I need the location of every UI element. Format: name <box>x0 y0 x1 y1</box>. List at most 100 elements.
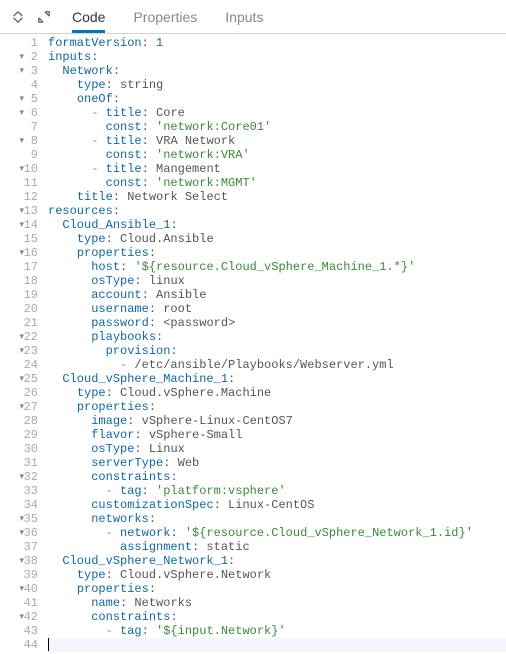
tab-properties[interactable]: Properties <box>133 0 197 33</box>
code-line[interactable]: host: '${resource.Cloud_vSphere_Machine_… <box>48 260 506 274</box>
gutter-line: 27▾ <box>0 400 40 414</box>
code-line[interactable]: image: vSphere-Linux-CentOS7 <box>48 414 506 428</box>
gutter-line: 17 <box>0 260 40 274</box>
code-line[interactable]: inputs: <box>48 50 506 64</box>
gutter-line: 2▾ <box>0 50 40 64</box>
code-line[interactable]: - /etc/ansible/Playbooks/Webserver.yml <box>48 358 506 372</box>
fold-toggle-icon[interactable]: ▾ <box>19 611 24 623</box>
tab-inputs[interactable]: Inputs <box>225 0 263 33</box>
gutter-line: 4 <box>0 78 40 92</box>
code-line[interactable]: - title: Mangement <box>48 162 506 176</box>
code-line[interactable]: name: Networks <box>48 596 506 610</box>
code-line[interactable]: serverType: Web <box>48 456 506 470</box>
fold-toggle-icon[interactable]: ▾ <box>19 373 24 385</box>
gutter-line: 19 <box>0 288 40 302</box>
code-line[interactable]: Cloud_vSphere_Machine_1: <box>48 372 506 386</box>
fold-toggle-icon[interactable]: ▾ <box>19 205 24 217</box>
code-line[interactable]: username: root <box>48 302 506 316</box>
fold-toggle-icon[interactable]: ▾ <box>19 247 24 259</box>
code-line[interactable]: properties: <box>48 582 506 596</box>
gutter-line: 24 <box>0 358 40 372</box>
code-line[interactable]: account: Ansible <box>48 288 506 302</box>
code-line[interactable] <box>48 638 506 652</box>
text-cursor <box>48 638 49 651</box>
gutter-line: 36▾ <box>0 526 40 540</box>
code-line[interactable]: Network: <box>48 64 506 78</box>
fold-toggle-icon[interactable]: ▾ <box>19 513 24 525</box>
code-line[interactable]: type: Cloud.vSphere.Network <box>48 568 506 582</box>
fold-toggle-icon[interactable]: ▾ <box>19 583 24 595</box>
code-line[interactable]: oneOf: <box>48 92 506 106</box>
code-line[interactable]: type: Cloud.vSphere.Machine <box>48 386 506 400</box>
code-line[interactable]: constraints: <box>48 470 506 484</box>
gutter-line: 30 <box>0 442 40 456</box>
code-line[interactable]: osType: linux <box>48 274 506 288</box>
code-line[interactable]: type: string <box>48 78 506 92</box>
code-line[interactable]: formatVersion: 1 <box>48 36 506 50</box>
code-line[interactable]: title: Network Select <box>48 190 506 204</box>
gutter-line: 18 <box>0 274 40 288</box>
gutter-line: 33 <box>0 484 40 498</box>
fold-toggle-icon[interactable]: ▾ <box>19 163 24 175</box>
fold-toggle-icon[interactable]: ▾ <box>19 51 24 63</box>
fold-toggle-icon[interactable]: ▾ <box>19 219 24 231</box>
code-line[interactable]: Cloud_Ansible_1: <box>48 218 506 232</box>
fold-toggle-icon[interactable]: ▾ <box>19 331 24 343</box>
code-line[interactable]: assignment: static <box>48 540 506 554</box>
fold-toggle-icon[interactable]: ▾ <box>19 401 24 413</box>
code-line[interactable]: - tag: '${input.Network}' <box>48 624 506 638</box>
fold-toggle-icon[interactable]: ▾ <box>19 471 24 483</box>
gutter-line: 40▾ <box>0 582 40 596</box>
gutter-line: 22▾ <box>0 330 40 344</box>
collapse-icon[interactable] <box>8 7 28 27</box>
code-line[interactable]: - network: '${resource.Cloud_vSphere_Net… <box>48 526 506 540</box>
code-line[interactable]: properties: <box>48 246 506 260</box>
code-line[interactable]: Cloud_vSphere_Network_1: <box>48 554 506 568</box>
code-editor[interactable]: 12▾3▾45▾6▾78▾910▾111213▾14▾1516▾17181920… <box>0 34 506 654</box>
code-line[interactable]: resources: <box>48 204 506 218</box>
code-line[interactable]: - title: Core <box>48 106 506 120</box>
code-area[interactable]: formatVersion: 1inputs: Network: type: s… <box>42 34 506 654</box>
gutter-line: 42▾ <box>0 610 40 624</box>
fold-toggle-icon[interactable]: ▾ <box>19 135 24 147</box>
gutter-line: 29 <box>0 428 40 442</box>
code-line[interactable]: properties: <box>48 400 506 414</box>
gutter-line: 38▾ <box>0 554 40 568</box>
gutter-line: 43 <box>0 624 40 638</box>
fold-toggle-icon[interactable]: ▾ <box>19 65 24 77</box>
gutter-line: 26 <box>0 386 40 400</box>
code-line[interactable]: playbooks: <box>48 330 506 344</box>
gutter-line: 37 <box>0 540 40 554</box>
editor-tabs: Code Properties Inputs <box>72 0 263 33</box>
gutter-line: 8▾ <box>0 134 40 148</box>
tab-code[interactable]: Code <box>72 0 105 33</box>
code-line[interactable]: flavor: vSphere-Small <box>48 428 506 442</box>
code-line[interactable]: const: 'network:MGMT' <box>48 176 506 190</box>
fold-toggle-icon[interactable]: ▾ <box>19 107 24 119</box>
gutter-line: 32▾ <box>0 470 40 484</box>
code-line[interactable]: provision: <box>48 344 506 358</box>
code-line[interactable]: - title: VRA Network <box>48 134 506 148</box>
expand-icon[interactable] <box>34 7 54 27</box>
fold-toggle-icon[interactable]: ▾ <box>19 345 24 357</box>
gutter-line: 3▾ <box>0 64 40 78</box>
code-line[interactable]: constraints: <box>48 610 506 624</box>
gutter-line: 9 <box>0 148 40 162</box>
line-gutter: 12▾3▾45▾6▾78▾910▾111213▾14▾1516▾17181920… <box>0 34 42 654</box>
gutter-line: 10▾ <box>0 162 40 176</box>
code-line[interactable]: const: 'network:Core01' <box>48 120 506 134</box>
code-line[interactable]: - tag: 'platform:vsphere' <box>48 484 506 498</box>
fold-toggle-icon[interactable]: ▾ <box>19 93 24 105</box>
fold-toggle-icon[interactable]: ▾ <box>19 555 24 567</box>
code-line[interactable]: networks: <box>48 512 506 526</box>
gutter-line: 28 <box>0 414 40 428</box>
code-line[interactable]: password: <password> <box>48 316 506 330</box>
code-line[interactable]: osType: Linux <box>48 442 506 456</box>
fold-toggle-icon[interactable]: ▾ <box>19 527 24 539</box>
gutter-line: 13▾ <box>0 204 40 218</box>
code-line[interactable]: const: 'network:VRA' <box>48 148 506 162</box>
gutter-line: 12 <box>0 190 40 204</box>
gutter-line: 39 <box>0 568 40 582</box>
code-line[interactable]: type: Cloud.Ansible <box>48 232 506 246</box>
code-line[interactable]: customizationSpec: Linux-CentOS <box>48 498 506 512</box>
